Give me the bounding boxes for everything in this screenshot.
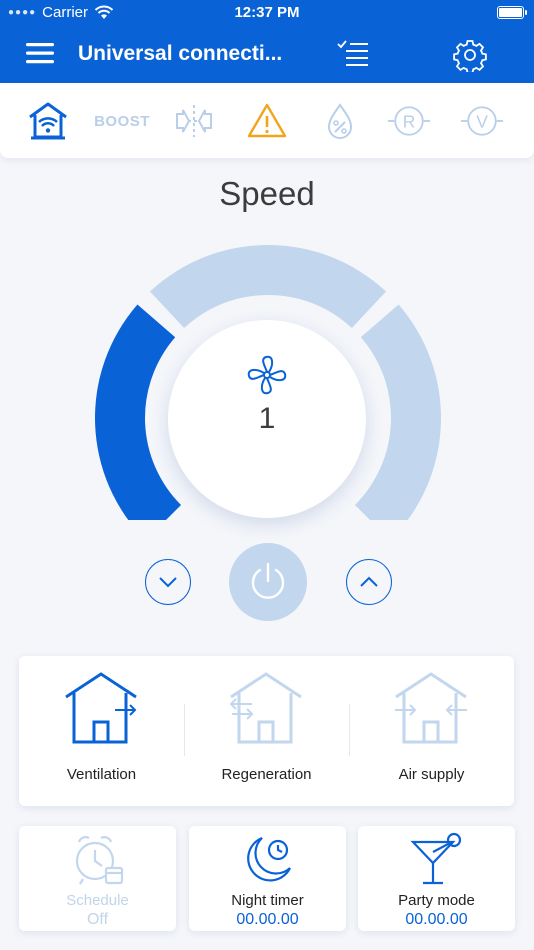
ventilation-modes-card: Ventilation Regeneration Air supply — [19, 656, 514, 806]
ventilation-label: Ventilation — [66, 766, 137, 783]
speed-segment-3[interactable] — [354, 304, 441, 520]
chevron-down-icon — [159, 577, 177, 588]
night-timer-label: Night timer — [231, 892, 304, 909]
night-timer-card[interactable]: Night timer 00.00.00 — [189, 826, 346, 931]
schedule-value: Off — [86, 911, 109, 928]
nav-bar: Universal connecti... — [0, 26, 534, 83]
speed-segment-2[interactable] — [150, 244, 386, 329]
boost-mode-button[interactable]: BOOST — [94, 99, 150, 143]
menu-icon[interactable] — [26, 41, 56, 65]
humidity-icon — [327, 103, 353, 139]
house-regeneration-icon — [229, 672, 302, 744]
air-supply-label: Air supply — [398, 766, 465, 783]
house-supply-icon — [395, 672, 467, 744]
house-exhaust-icon — [65, 672, 137, 744]
schedule-label: Schedule — [66, 892, 129, 909]
home-wifi-icon — [29, 102, 67, 140]
home-wifi-mode-button[interactable] — [26, 99, 70, 143]
warning-icon — [247, 103, 287, 138]
moon-clock-icon — [246, 836, 291, 882]
speed-title: Speed — [219, 175, 315, 212]
r-circle-icon: R — [387, 106, 431, 136]
air-supply-option[interactable]: Air supply — [349, 656, 514, 806]
schedule-card[interactable]: Schedule Off — [19, 826, 176, 931]
alarm-clock-icon — [75, 836, 123, 885]
v-circle-icon: V — [460, 106, 504, 136]
battery-icon — [497, 6, 527, 19]
chevron-up-icon — [360, 576, 378, 587]
power-button[interactable] — [229, 543, 307, 621]
party-mode-label: Party mode — [398, 892, 475, 909]
party-mode-card[interactable]: Party mode 00.00.00 — [358, 826, 515, 931]
ventilation-option[interactable]: Ventilation — [19, 656, 184, 806]
cocktail-icon — [409, 832, 461, 885]
speed-down-button[interactable] — [145, 559, 191, 605]
heat-exchanger-mode-button[interactable] — [172, 99, 216, 143]
svg-text:R: R — [403, 111, 416, 131]
speed-up-button[interactable] — [346, 559, 392, 605]
status-time: 12:37 PM — [234, 4, 300, 21]
regeneration-mode-button[interactable]: R — [387, 99, 431, 143]
app-header: ●●●● Carrier 12:37 PM Universal connecti… — [0, 0, 534, 83]
night-timer-value: 00.00.00 — [236, 911, 299, 928]
page-title: Universal connecti... — [78, 42, 283, 65]
gear-icon[interactable] — [453, 38, 487, 72]
ventilation-mode-button[interactable]: V — [460, 99, 504, 143]
power-icon — [251, 562, 285, 599]
party-mode-value: 00.00.00 — [405, 911, 468, 928]
alarm-mode-button[interactable] — [245, 99, 289, 143]
checklist-icon[interactable] — [336, 38, 370, 70]
boost-label: BOOST — [94, 112, 150, 130]
status-bar: ●●●● Carrier 12:37 PM — [0, 0, 534, 26]
fan-icon — [247, 355, 287, 395]
humidity-mode-button[interactable] — [318, 99, 362, 143]
regeneration-label: Regeneration — [221, 766, 312, 783]
svg-text:V: V — [476, 111, 488, 131]
heat-exchanger-icon — [176, 105, 212, 137]
speed-value: 1 — [258, 402, 276, 435]
mode-toolbar: BOOST R V — [0, 83, 534, 158]
regeneration-option[interactable]: Regeneration — [184, 656, 349, 806]
